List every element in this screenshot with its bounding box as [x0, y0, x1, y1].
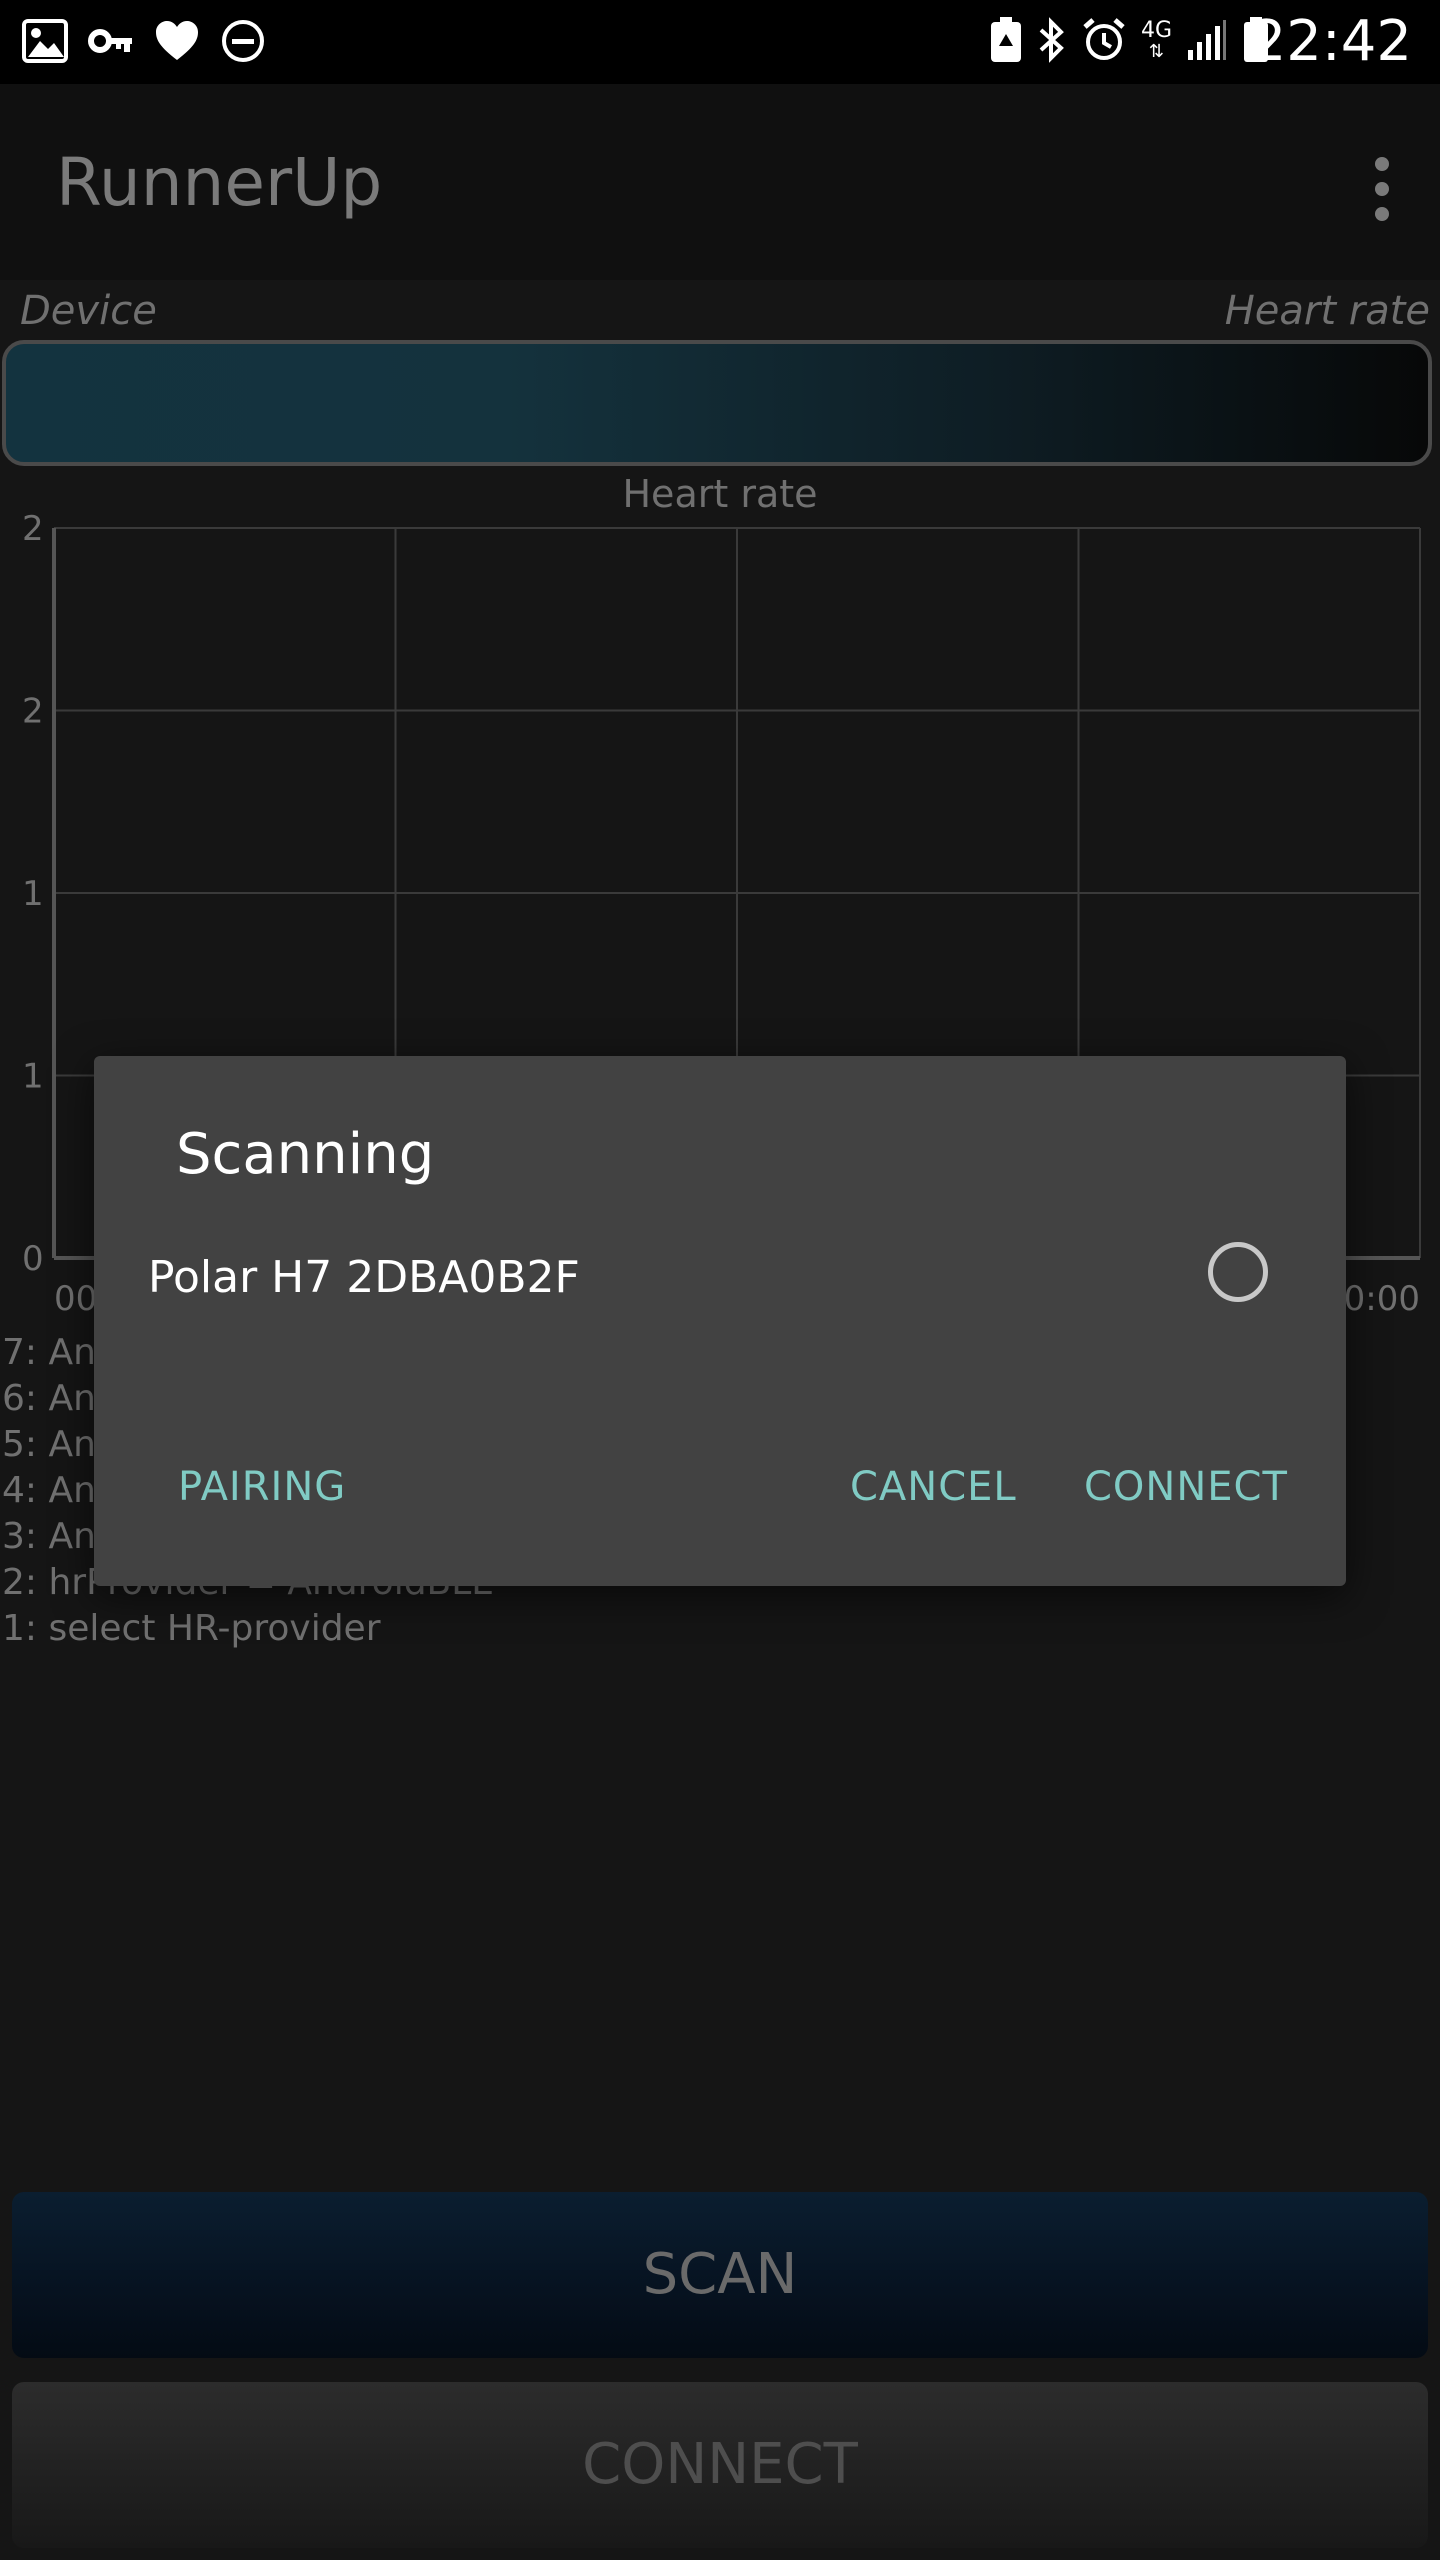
screen: 4G ⇅ 22:42 RunnerUp Device Heart rate He… — [0, 0, 1440, 2560]
device-list-item[interactable]: Polar H7 2DBA0B2F — [94, 1236, 1346, 1336]
device-name: Polar H7 2DBA0B2F — [148, 1252, 580, 1303]
cancel-button[interactable]: CANCEL — [850, 1464, 1017, 1510]
dialog-title: Scanning — [176, 1122, 435, 1187]
pairing-button[interactable]: PAIRING — [178, 1464, 346, 1510]
scanning-dialog: Scanning Polar H7 2DBA0B2F PAIRING CANCE… — [94, 1056, 1346, 1586]
radio-button[interactable] — [1208, 1242, 1268, 1302]
dialog-connect-button[interactable]: CONNECT — [1084, 1464, 1288, 1510]
